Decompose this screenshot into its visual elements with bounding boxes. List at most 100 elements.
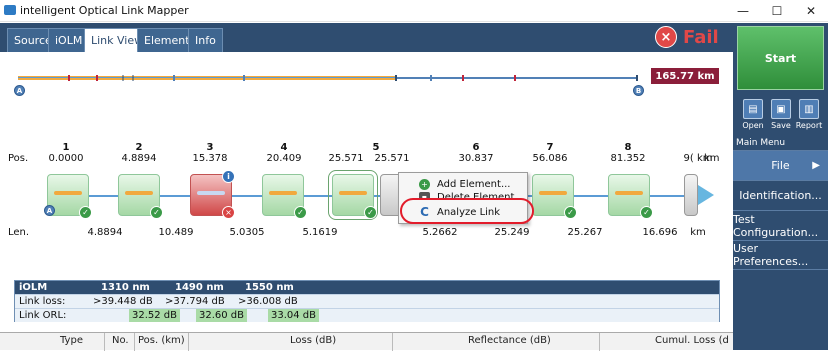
fiber-segment-icon	[539, 191, 567, 195]
column-divider	[599, 333, 600, 351]
col-reflectance[interactable]: Reflectance (dB)	[468, 335, 551, 346]
report-button[interactable]: ▥ Report	[795, 99, 823, 130]
link-orl-1550: 33.04 dB	[268, 309, 320, 322]
start-point-a-icon: A	[14, 85, 25, 96]
save-button[interactable]: ▣ Save	[767, 99, 795, 130]
right-sidebar: Start ▤ Open ▣ Save ▥ Report Main Menu F…	[733, 23, 828, 350]
menu-item-label: Add Element...	[437, 179, 511, 190]
menu-user-preferences[interactable]: User Preferences...	[733, 240, 828, 270]
ruler-marker	[514, 75, 516, 81]
element-box-4[interactable]: ✓	[262, 174, 307, 219]
segment-length: 10.489	[158, 227, 194, 238]
wavelength-1550: 1550 nm	[245, 282, 294, 293]
element-position: 20.409	[266, 153, 302, 164]
folder-icon: ▤	[743, 99, 763, 119]
link-orl-1310: 32.52 dB	[129, 309, 181, 322]
fail-icon: ×	[655, 26, 677, 48]
start-button[interactable]: Start	[737, 26, 824, 90]
column-divider	[104, 333, 105, 351]
fail-x-icon: ×	[222, 206, 235, 219]
fiber-segment-icon	[125, 191, 153, 195]
link-orl-1490: 32.60 dB	[196, 309, 248, 322]
pass-check-icon: ✓	[564, 206, 577, 219]
point-a-icon: A	[44, 205, 55, 216]
fiber-end-arrow-icon	[698, 185, 714, 205]
ruler-marker	[96, 75, 98, 81]
menu-identification[interactable]: Identification...	[733, 180, 828, 210]
summary-header: iOLM 1310 nm 1490 nm 1550 nm	[15, 281, 719, 294]
link-orl-row: Link ORL: 32.52 dB 32.60 dB 33.04 dB	[15, 308, 719, 322]
element-box-5-selected[interactable]: ✓	[328, 170, 378, 220]
ruler-marker	[636, 75, 638, 81]
link-loss-label: Link loss:	[19, 296, 66, 307]
open-label: Open	[742, 121, 764, 130]
element-box-3[interactable]: i ×	[190, 170, 235, 219]
element-position: 30.837	[458, 153, 494, 164]
len-label: Len.	[8, 227, 30, 238]
element-position: 81.352	[610, 153, 646, 164]
highlight-circle	[400, 198, 534, 224]
column-divider	[188, 333, 189, 351]
element-number: 8	[624, 142, 632, 153]
maximize-button[interactable]: ☐	[760, 0, 794, 22]
ruler-marker	[243, 75, 245, 81]
save-label: Save	[771, 121, 791, 130]
col-no[interactable]: No.	[112, 335, 129, 346]
element-box-8[interactable]: ✓	[608, 174, 653, 219]
element-box-2[interactable]: ✓	[118, 174, 163, 219]
column-divider	[134, 333, 135, 351]
overview-ruler[interactable]	[18, 75, 638, 81]
segment-length: 25.267	[567, 227, 603, 238]
segment-length: 25.249	[494, 227, 530, 238]
main-menu-title: Main Menu	[736, 138, 786, 148]
fiber-segment-icon	[54, 191, 82, 195]
ruler-fiber-core	[18, 77, 395, 78]
app-icon	[4, 5, 16, 15]
link-loss-1550: >36.008 dB	[238, 296, 298, 307]
element-number: 6	[472, 142, 480, 153]
length-unit: km	[690, 227, 706, 238]
fiber-loop-icon	[197, 191, 225, 195]
col-type[interactable]: Type	[60, 335, 83, 346]
open-button[interactable]: ▤ Open	[739, 99, 767, 130]
element-number: 4	[280, 142, 288, 153]
wavelength-1310: 1310 nm	[101, 282, 150, 293]
ruler-marker	[395, 75, 397, 81]
element-number: 3	[206, 142, 214, 153]
window-title: intelligent Optical Link Mapper	[20, 4, 189, 17]
element-position: 4.8894	[121, 153, 157, 164]
element-number: 2	[135, 142, 143, 153]
menu-file[interactable]: File ▶	[733, 150, 828, 180]
wavelength-1490: 1490 nm	[175, 282, 224, 293]
pass-check-icon: ✓	[640, 206, 653, 219]
km-unit: km	[704, 153, 720, 164]
fiber-segment-icon	[269, 191, 297, 195]
tab-info[interactable]: Info	[188, 28, 223, 52]
ruler-marker	[68, 75, 70, 81]
floppy-icon: ▣	[771, 99, 791, 119]
col-loss[interactable]: Loss (dB)	[290, 335, 336, 346]
minimize-button[interactable]: —	[726, 0, 760, 22]
element-box-7[interactable]: ✓	[532, 174, 577, 219]
menu-file-label: File	[771, 159, 790, 172]
col-pos[interactable]: Pos. (km)	[138, 335, 185, 346]
element-box-1[interactable]: A ✓	[44, 174, 92, 219]
ruler-marker	[173, 75, 175, 81]
element-position: 25.571	[374, 153, 410, 164]
report-icon: ▥	[799, 99, 819, 119]
pos-label: Pos.	[8, 153, 29, 164]
link-view-panel: A B 165.77 km 1 2 3 4 5 6 7 8 Pos. 0.000…	[0, 52, 733, 351]
fail-label: Fail	[683, 26, 719, 48]
element-box-end[interactable]	[684, 174, 698, 216]
segment-length: 5.1619	[302, 227, 338, 238]
pass-check-icon: ✓	[364, 206, 377, 219]
close-button[interactable]: ✕	[794, 0, 828, 22]
menu-test-configuration[interactable]: Test Configuration...	[733, 210, 828, 240]
info-icon[interactable]: i	[222, 170, 235, 183]
total-length-badge: 165.77 km	[651, 68, 719, 84]
end-point-b-icon: B	[633, 85, 644, 96]
element-position: 15.378	[192, 153, 228, 164]
element-number: 5	[372, 142, 380, 153]
col-cumul-loss[interactable]: Cumul. Loss (d	[655, 335, 729, 346]
elements-table-header: Type No. Pos. (km) Loss (dB) Reflectance…	[0, 332, 733, 351]
